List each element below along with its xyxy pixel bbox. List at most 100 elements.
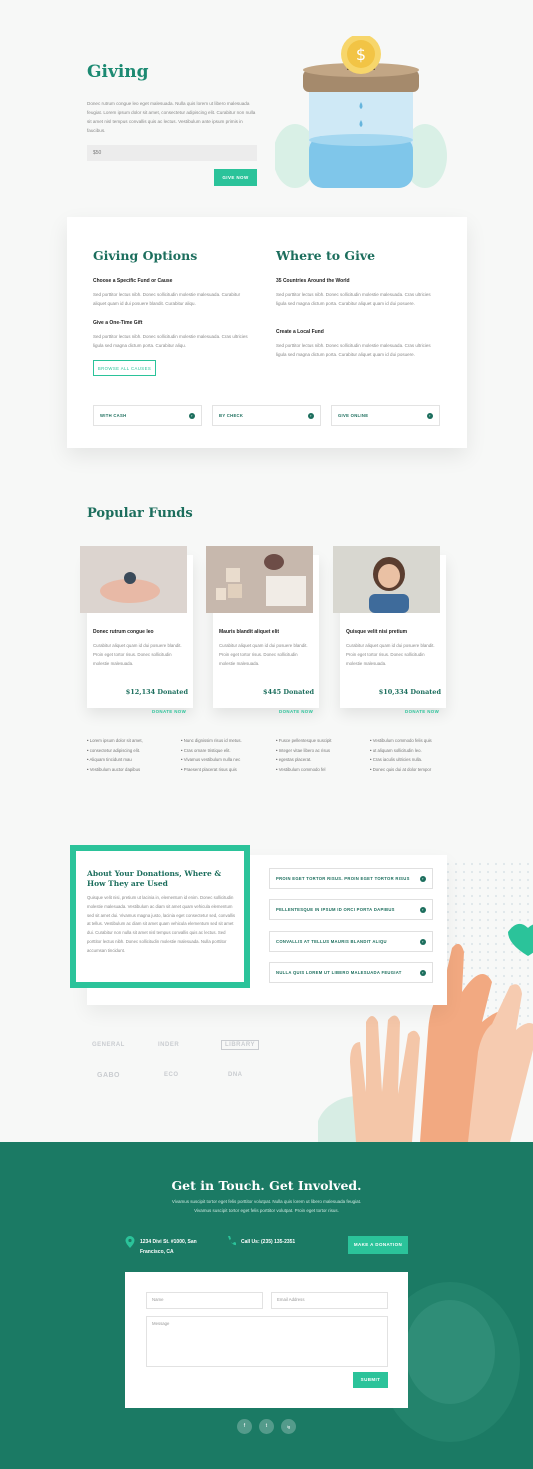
partner-logo: GABO <box>97 1072 120 1079</box>
amount-input[interactable] <box>87 145 257 161</box>
arrow-icon: › <box>189 412 195 419</box>
footer-title: Get in Touch. Get Involved. <box>171 1178 362 1193</box>
bullet-list: Lorem ipsum dolor sit amet, consectetur … <box>87 736 143 775</box>
footer-text: Vivamus suscipit tortor eget felis portt… <box>171 1199 362 1213</box>
list-item: egestas placerat. <box>276 755 332 765</box>
message-field[interactable]: Message <box>146 1316 388 1367</box>
accordion-label: PROIN EGET TORTOR RISUS. PROIN EGET TORT… <box>276 876 410 881</box>
bullet-list: Vestibulum commodo felis quis ut aliquam… <box>370 736 432 774</box>
donate-now-link[interactable]: DONATE NOW <box>279 709 313 714</box>
list-item: Vestibulum commodo felis quis <box>370 736 432 746</box>
where-to-give-title: Where to Give <box>276 248 376 263</box>
donation-jar-illustration: $ <box>275 36 447 188</box>
chevron-right-icon: › <box>420 969 426 976</box>
fund-image-hands <box>80 546 187 613</box>
submit-button[interactable]: SUBMIT <box>353 1372 388 1388</box>
bullet-list: Fusce pellentesque suscipit Integer vita… <box>276 736 332 774</box>
about-text: Quisque velit nisi, pretium ut lacinia i… <box>87 895 236 953</box>
accordion-item[interactable]: PROIN EGET TORTOR RISUS. PROIN EGET TORT… <box>269 868 433 889</box>
arrow-icon: › <box>308 412 314 419</box>
donate-now-link[interactable]: DONATE NOW <box>152 709 186 714</box>
address: 1234 Divi St. #1000, San Francisco, CA <box>140 1237 197 1257</box>
address-line-1: 1234 Divi St. #1000, San <box>140 1239 197 1245</box>
list-item: Praesent placerat risus quis <box>181 765 242 775</box>
fund-image-blocks <box>206 546 313 613</box>
list-item: Vestibulum commodo fel <box>276 765 332 775</box>
facebook-icon[interactable]: f <box>237 1419 252 1434</box>
browse-causes-button[interactable]: BROWSE ALL CAUSES <box>93 360 156 376</box>
partner-logo: GENERAL <box>92 1042 125 1048</box>
partner-logo: DNA <box>228 1072 243 1078</box>
fund-card[interactable]: Mauris blandit aliquet elit Curabitur al… <box>206 546 319 708</box>
chevron-right-icon: › <box>420 938 426 945</box>
fund-text: Curabitur aliquet quam id dui posuere bl… <box>219 643 308 666</box>
where-2-title: Create a Local Fund <box>276 329 324 335</box>
chevron-right-icon: › <box>420 906 426 913</box>
accordion-item[interactable]: NULLA QUIS LOREM UT LIBERO MALESUADA FEU… <box>269 962 433 983</box>
partner-logo: LIBRARY <box>221 1040 259 1050</box>
list-item: Fusce pellentesque suscipit <box>276 736 332 746</box>
where-1-text: Sed porttitor lectus nibh. Donec sollici… <box>276 292 431 306</box>
fund-text: Curabitur aliquet quam id dui posuere bl… <box>93 643 182 666</box>
fund-amount: $12,134 Donated <box>125 688 188 696</box>
pay-by-check-label: BY CHECK <box>219 413 244 418</box>
giving-options-card: Giving Options Choose a Specific Fund or… <box>67 217 467 448</box>
where-1-title: 35 Countries Around the World <box>276 278 350 284</box>
list-item: ut aliquam sollicitudin leo. <box>370 746 432 756</box>
about-box: About Your Donations, Where & How They a… <box>70 845 250 988</box>
hero-description: Donec rutrum congue leo eget malesuada. … <box>87 101 256 133</box>
option-2-title: Give a One-Time Gift <box>93 320 143 326</box>
phone-icon <box>228 1236 236 1246</box>
fund-title: Mauris blandit aliquet elit <box>219 629 280 635</box>
pay-by-check[interactable]: BY CHECK › <box>212 405 321 426</box>
list-item: Lorem ipsum dolor sit amet, <box>87 736 143 746</box>
accordion-label: CONVALLIS AT TELLUS MAURIS BLANDIT ALIQU <box>276 939 387 944</box>
give-now-button[interactable]: GIVE NOW <box>214 169 257 186</box>
fund-amount: $10,334 Donated <box>378 688 441 696</box>
location-pin-icon <box>125 1236 135 1248</box>
partner-logo: ECO <box>164 1072 179 1078</box>
accordion-label: PELLENTESQUE IN IPSUM ID ORCI PORTA DAPI… <box>276 907 395 912</box>
donate-now-link[interactable]: DONATE NOW <box>405 709 439 714</box>
svg-text:$: $ <box>356 45 366 64</box>
name-field[interactable]: Name <box>146 1292 263 1309</box>
bullet-list: Nunc dignissim risus id metus. Cras orna… <box>181 736 242 774</box>
partner-logo: INDER <box>158 1042 180 1048</box>
accordion-item[interactable]: CONVALLIS AT TELLUS MAURIS BLANDIT ALIQU… <box>269 931 433 952</box>
list-item: Donec quis dui at dolor tempor <box>370 765 432 775</box>
option-1-text: Sed porttitor lectus nibh. Donec sollici… <box>93 292 241 306</box>
option-2-text: Sed porttitor lectus nibh. Donec sollici… <box>93 334 248 348</box>
list-item: consectetur adipiscing elit. <box>87 746 143 756</box>
popular-funds-title: Popular Funds <box>87 506 193 521</box>
list-item: Nunc dignissim risus id metus. <box>181 736 242 746</box>
email-field[interactable]: Email Address <box>271 1292 388 1309</box>
pay-with-cash-label: WITH CASH <box>100 413 127 418</box>
list-item: Cras ornare tristique elit. <box>181 746 242 756</box>
fund-text: Curabitur aliquet quam id dui posuere bl… <box>346 643 435 666</box>
fund-card[interactable]: Donec rutrum congue leo Curabitur alique… <box>80 546 193 708</box>
giving-options-title: Giving Options <box>93 248 198 263</box>
list-item: Vivamus vestibulum nulla nec <box>181 755 242 765</box>
accordion-item[interactable]: PELLENTESQUE IN IPSUM ID ORCI PORTA DAPI… <box>269 899 433 920</box>
address-line-2: Francisco, CA <box>140 1249 174 1255</box>
option-1-title: Choose a Specific Fund or Cause <box>93 278 173 284</box>
fund-image-child <box>333 546 440 613</box>
page-title: Giving <box>87 62 149 82</box>
phone-number: Call Us: (235) 135-2351 <box>241 1239 296 1245</box>
make-donation-button[interactable]: MAKE A DONATION <box>348 1236 408 1254</box>
list-item: Integer vitae libero ac risus <box>276 746 332 756</box>
contact-form: Name Email Address Message SUBMIT <box>125 1272 408 1408</box>
arrow-icon: › <box>427 412 433 419</box>
fund-amount: $445 Donated <box>263 688 314 696</box>
chevron-right-icon: › <box>420 875 426 882</box>
list-item: Aliquam tincidunt mau <box>87 755 143 765</box>
accordion-label: NULLA QUIS LOREM UT LIBERO MALESUADA FEU… <box>276 970 402 975</box>
pay-with-cash[interactable]: WITH CASH › <box>93 405 202 426</box>
about-title: About Your Donations, Where & How They a… <box>87 869 222 888</box>
list-item: Vestibulum auctor dapibus <box>87 765 143 775</box>
fund-card[interactable]: Quisque velit nisi pretium Curabitur ali… <box>333 546 446 708</box>
instagram-icon[interactable]: ig <box>281 1419 296 1434</box>
give-online[interactable]: GIVE ONLINE › <box>331 405 440 426</box>
fund-title: Donec rutrum congue leo <box>93 629 154 635</box>
twitter-icon[interactable]: t <box>259 1419 274 1434</box>
